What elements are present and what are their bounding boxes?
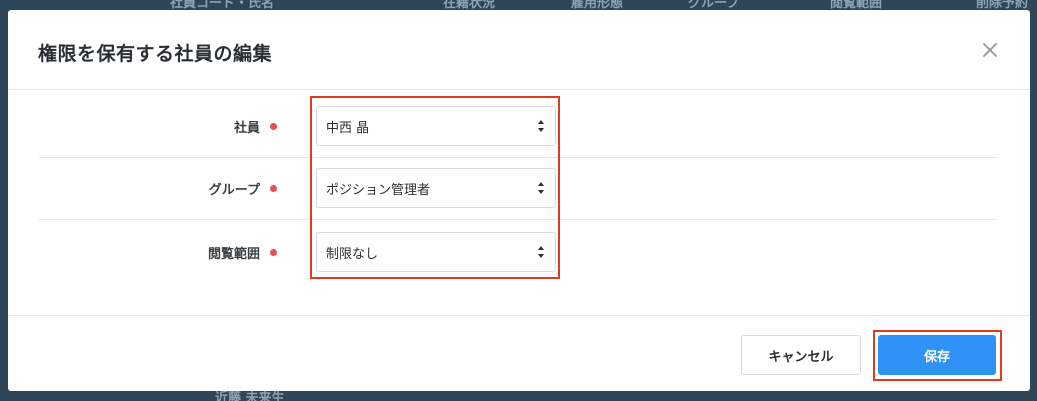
group-select[interactable]: ポジション管理者 (316, 168, 556, 208)
required-dot-icon (270, 248, 277, 256)
sort-arrows-icon (538, 182, 544, 194)
background-table-row: 近藤 未来生 (0, 390, 1037, 401)
select-value: 中西 晶 (326, 120, 370, 136)
scope-select[interactable]: 制限なし (316, 232, 556, 272)
field-label-group: グループ (209, 156, 277, 220)
save-button[interactable]: 保存 (878, 335, 996, 375)
close-icon (983, 43, 997, 57)
form-row-group: グループ ポジション管理者 (39, 156, 997, 220)
form-row-employee: 社員 中西 晶 (39, 94, 997, 158)
bg-row-name: 近藤 未来生 (215, 391, 285, 401)
required-dot-icon (270, 184, 277, 192)
label-text: 閲覧範囲 (207, 246, 260, 262)
label-text: グループ (208, 182, 260, 198)
close-button[interactable] (980, 40, 1000, 60)
select-value: ポジション管理者 (326, 182, 431, 198)
label-text: 社員 (233, 120, 260, 136)
modal-footer: キャンセル 保存 (8, 315, 1030, 391)
field-label-employee: 社員 (234, 94, 277, 158)
cancel-button[interactable]: キャンセル (741, 335, 861, 375)
form-row-scope: 閲覧範囲 制限なし (39, 220, 997, 284)
employee-select[interactable]: 中西 晶 (316, 106, 556, 146)
select-value: 制限なし (326, 246, 379, 262)
modal-title: 権限を保有する社員の編集 (38, 43, 273, 65)
required-dot-icon (270, 122, 277, 130)
sort-arrows-icon (538, 246, 544, 258)
modal-header: 権限を保有する社員の編集 (8, 10, 1030, 90)
edit-permission-modal: 権限を保有する社員の編集 社員 中西 晶 グループ ポジション管理者 閲覧範囲 … (8, 10, 1030, 391)
field-label-scope: 閲覧範囲 (208, 220, 277, 284)
sort-arrows-icon (538, 120, 544, 132)
